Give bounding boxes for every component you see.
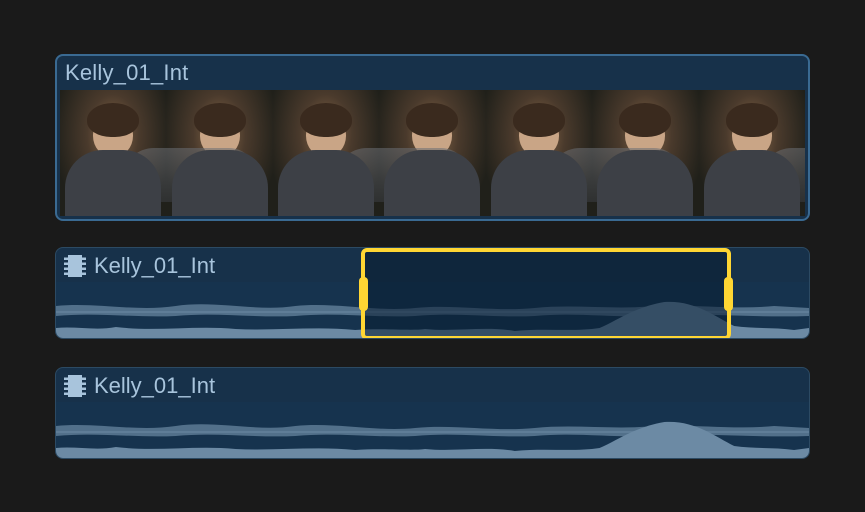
waveform-svg [56, 402, 809, 459]
filmstrip [57, 90, 808, 218]
thumbnail[interactable] [486, 90, 592, 216]
audio-clip[interactable]: Kelly_01_Int [55, 247, 810, 339]
clip-title: Kelly_01_Int [94, 253, 215, 279]
waveform-svg [56, 282, 809, 339]
waveform[interactable] [56, 402, 809, 459]
filmstrip-icon [64, 255, 86, 277]
waveform[interactable] [56, 282, 809, 339]
clip-header: Kelly_01_Int [56, 368, 809, 402]
clip-title: Kelly_01_Int [94, 373, 215, 399]
thumbnail[interactable] [699, 90, 805, 216]
thumbnail[interactable] [60, 90, 166, 216]
video-clip[interactable]: Kelly_01_Int [55, 54, 810, 221]
thumbnail[interactable] [592, 90, 698, 216]
clip-title: Kelly_01_Int [57, 56, 808, 90]
clip-header: Kelly_01_Int [56, 248, 809, 282]
media-browser-panel: Kelly_01_Int Kelly_01_Int [0, 0, 865, 512]
thumbnail[interactable] [166, 90, 272, 216]
thumbnail[interactable] [273, 90, 379, 216]
thumbnail[interactable] [379, 90, 485, 216]
filmstrip-icon [64, 375, 86, 397]
audio-clip[interactable]: Kelly_01_Int [55, 367, 810, 459]
